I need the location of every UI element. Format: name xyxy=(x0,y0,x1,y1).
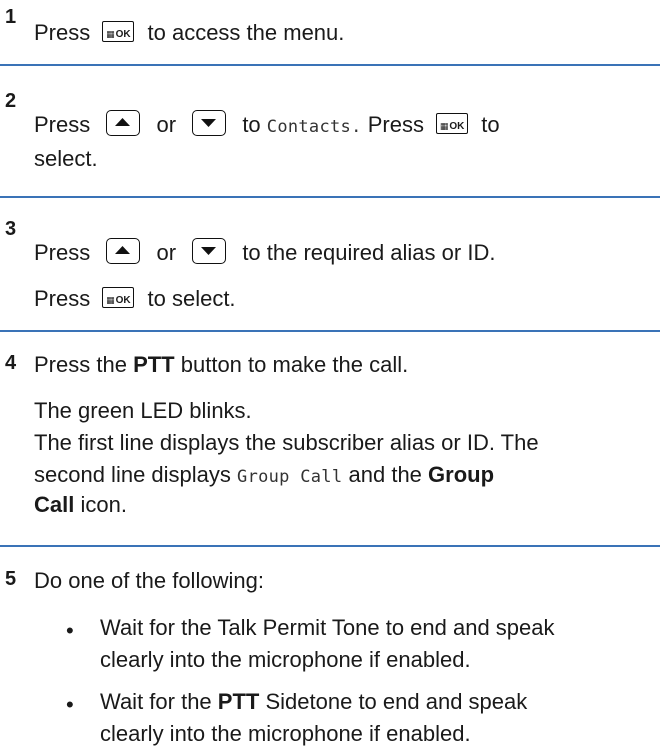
menu-ok-key-icon: ▦OK xyxy=(436,112,469,134)
bullet-1: Wait for the Talk Permit Tone to end and… xyxy=(100,612,555,676)
step-text: Press the xyxy=(34,352,127,377)
step-number: 4 xyxy=(5,352,17,374)
step-text: to xyxy=(481,112,500,137)
step-5-intro: Do one of the following: xyxy=(34,568,264,593)
step-text: second line displays xyxy=(34,462,231,487)
up-arrow-key-icon xyxy=(106,238,141,265)
bullet-text: clearly into the microphone if enabled. xyxy=(100,721,471,746)
step-text: or xyxy=(156,240,177,265)
bullet-text: Wait for the Talk Permit Tone to end and… xyxy=(100,615,555,640)
menu-ok-key-icon: ▦OK xyxy=(102,20,135,42)
step-3-line-2: Press ▦OK to select. xyxy=(34,286,236,312)
call-label: Call xyxy=(34,492,75,517)
step-text: to xyxy=(242,112,261,137)
step-text: to access the menu. xyxy=(147,20,345,45)
step-4-line-1: Press the PTT button to make the call. xyxy=(34,352,408,378)
down-arrow-key-icon xyxy=(192,238,227,265)
step-4-line-3: The first line displays the subscriber a… xyxy=(34,430,539,455)
ptt-label: PTT xyxy=(133,352,175,377)
divider xyxy=(0,196,660,198)
bullet-marker: • xyxy=(66,692,74,717)
step-text: button to make the call. xyxy=(180,352,409,377)
bullet-text: clearly into the microphone if enabled. xyxy=(100,647,471,672)
step-text: to the required alias or ID. xyxy=(242,240,496,265)
display-text: Group Call xyxy=(237,467,343,487)
menu-item-name: Contacts. xyxy=(266,117,362,137)
step-text: icon. xyxy=(80,492,127,517)
step-1-line: Press ▦OK to access the menu. xyxy=(34,20,344,46)
group-label: Group xyxy=(428,462,495,487)
step-text: Press xyxy=(34,20,91,45)
step-number: 5 xyxy=(5,568,17,590)
step-4-line-2: The green LED blinks. xyxy=(34,398,252,423)
step-text: to select. xyxy=(147,286,236,311)
menu-ok-key-icon: ▦OK xyxy=(102,286,135,308)
step-text: Press xyxy=(34,112,91,137)
up-arrow-key-icon xyxy=(106,110,141,137)
step-text: Press xyxy=(367,112,424,137)
bullet-2: Wait for the PTT Sidetone to end and spe… xyxy=(100,686,527,750)
step-text: or xyxy=(156,112,177,137)
divider xyxy=(0,64,660,66)
step-4-line-5: Call icon. xyxy=(34,492,127,518)
step-text: and the xyxy=(348,462,422,487)
down-arrow-key-icon xyxy=(192,110,227,137)
bullet-text: Wait for the PTT Sidetone to end and spe… xyxy=(100,686,527,718)
divider xyxy=(0,545,660,547)
step-number: 2 xyxy=(5,90,17,112)
step-text: Press xyxy=(34,286,91,311)
step-2-line-1: Press or to Contacts. Press ▦OK to xyxy=(34,110,500,139)
ptt-label: PTT xyxy=(217,689,260,714)
step-4-line-4: second line displays Group Call and the … xyxy=(34,462,494,488)
step-text: Press xyxy=(34,240,91,265)
divider xyxy=(0,330,660,332)
step-2-line-2: select. xyxy=(34,146,98,171)
step-text: Wait for the xyxy=(100,689,212,714)
bullet-marker: • xyxy=(66,618,74,643)
step-text: Sidetone to end and speak xyxy=(265,689,528,714)
step-number: 1 xyxy=(5,6,17,28)
step-3-line-1: Press or to the required alias or ID. xyxy=(34,238,496,267)
step-number: 3 xyxy=(5,218,17,240)
